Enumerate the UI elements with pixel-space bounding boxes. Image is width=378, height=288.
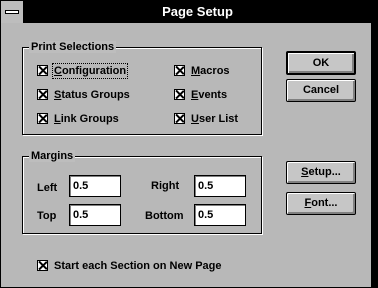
top-margin-input[interactable]: 0.5 (69, 204, 121, 226)
ok-button[interactable]: OK (286, 51, 356, 75)
macros-checkbox[interactable]: Macros (174, 64, 230, 78)
checkbox-checked (37, 260, 48, 271)
checkbox-checked (37, 65, 48, 76)
print-selections-legend: Print Selections (29, 41, 117, 53)
window-title: Page Setup (162, 4, 233, 19)
bottom-margin-label: Bottom (145, 210, 184, 222)
new-page-checkbox[interactable]: Start each Section on New Page (37, 259, 222, 273)
right-margin-input[interactable]: 0.5 (194, 175, 246, 197)
title-bar: Page Setup (1, 1, 371, 23)
bottom-margin-input[interactable]: 0.5 (194, 204, 246, 226)
checkbox-checked (37, 113, 48, 124)
top-margin-label: Top (37, 210, 57, 222)
checkbox-checked (174, 65, 185, 76)
link-groups-checkbox[interactable]: Link Groups (37, 112, 119, 126)
configuration-checkbox[interactable]: Configuration (37, 63, 129, 79)
checkbox-checked (174, 113, 185, 124)
status-groups-checkbox[interactable]: Status Groups (37, 88, 130, 102)
checkbox-checked (174, 89, 185, 100)
page-setup-dialog: Page Setup Print Selections Configuratio… (0, 0, 372, 288)
right-margin-label: Right (151, 180, 180, 192)
system-menu-icon[interactable] (1, 1, 24, 23)
font-button[interactable]: Font... (286, 192, 356, 215)
checkbox-checked (37, 89, 48, 100)
events-checkbox[interactable]: Events (174, 88, 227, 102)
user-list-checkbox[interactable]: User List (174, 112, 238, 126)
setup-button[interactable]: Setup... (286, 161, 356, 184)
margins-legend: Margins (29, 150, 76, 162)
left-margin-label: Left (37, 182, 58, 194)
cancel-button[interactable]: Cancel (286, 79, 356, 102)
left-margin-input[interactable]: 0.5 (69, 175, 121, 197)
